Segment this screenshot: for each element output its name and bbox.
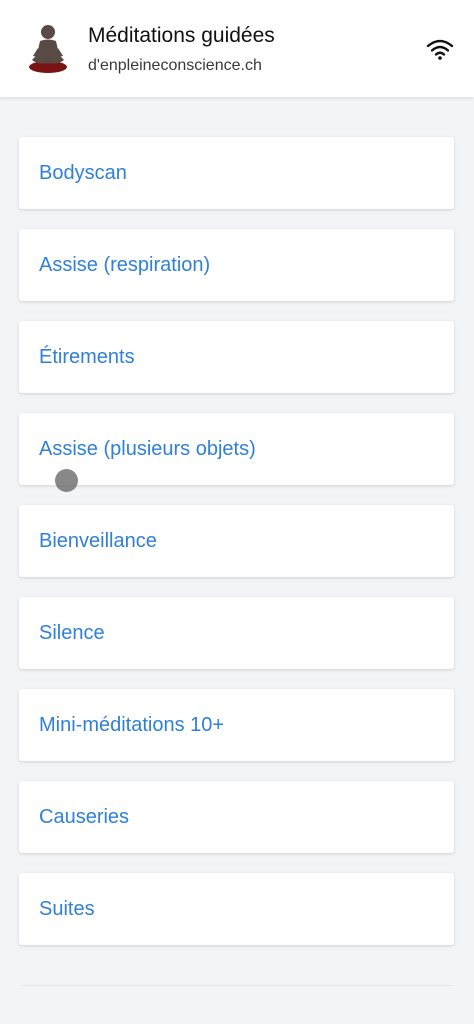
menu-item-label: Causeries xyxy=(39,805,130,828)
menu-item-label: Suites xyxy=(39,897,95,920)
meditating-person-icon xyxy=(29,25,67,73)
menu-item-label: Bodyscan xyxy=(39,161,127,184)
menu-item-suites[interactable]: Suites xyxy=(19,873,454,945)
app-title: Méditations guidées xyxy=(88,24,275,47)
menu-item-etirements[interactable]: Étirements xyxy=(19,321,454,393)
app-header: Méditations guidées d'enpleineconscience… xyxy=(0,0,474,97)
touch-indicator xyxy=(55,469,78,492)
menu-item-label: Mini-méditations 10+ xyxy=(39,713,225,736)
meditation-list: Bodyscan Assise (respiration) Étirements… xyxy=(19,137,454,965)
menu-item-mini-meditations[interactable]: Mini-méditations 10+ xyxy=(19,689,454,761)
menu-item-label: Étirements xyxy=(39,345,135,368)
app-subtitle: d'enpleineconscience.ch xyxy=(88,57,262,74)
wifi-icon xyxy=(426,39,454,60)
bottom-divider xyxy=(22,985,452,986)
menu-item-label: Assise (plusieurs objets) xyxy=(39,437,256,460)
menu-item-bodyscan[interactable]: Bodyscan xyxy=(19,137,454,209)
menu-item-label: Bienveillance xyxy=(39,529,157,552)
menu-item-assise-plusieurs-objets[interactable]: Assise (plusieurs objets) xyxy=(19,413,454,485)
menu-item-causeries[interactable]: Causeries xyxy=(19,781,454,853)
menu-item-label: Assise (respiration) xyxy=(39,253,211,276)
menu-item-bienveillance[interactable]: Bienveillance xyxy=(19,505,454,577)
menu-item-assise-respiration[interactable]: Assise (respiration) xyxy=(19,229,454,301)
menu-item-silence[interactable]: Silence xyxy=(19,597,454,669)
menu-item-label: Silence xyxy=(39,621,105,644)
